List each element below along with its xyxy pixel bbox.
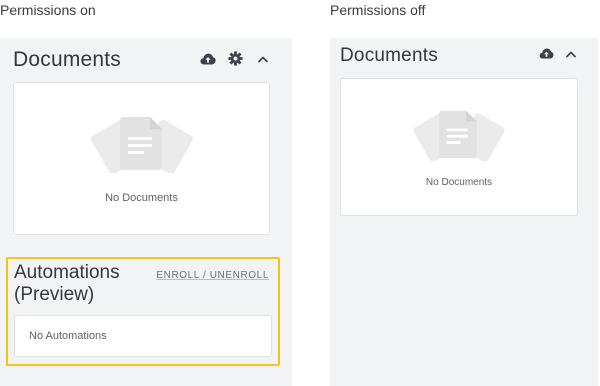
no-documents-text: No Documents [425, 177, 493, 188]
gear-icon[interactable] [228, 51, 243, 66]
no-automations-text: No Automations [29, 330, 107, 342]
documents-heading: Documents [340, 45, 438, 66]
cloud-upload-icon[interactable] [200, 53, 216, 65]
documents-placeholder-icon [413, 110, 505, 161]
caption-permissions-on: Permissions on [0, 2, 96, 18]
documents-placeholder-icon [90, 117, 193, 173]
automations-heading-line1: Automations [14, 262, 120, 283]
chevron-up-icon[interactable] [566, 51, 576, 58]
documents-empty-card: No Documents [340, 78, 578, 216]
chevron-up-icon[interactable] [258, 56, 268, 63]
documents-heading: Documents [13, 48, 122, 71]
no-documents-text: No Documents [105, 192, 178, 204]
automations-section: Automations (Preview) ENROLL / UNENROLL … [6, 257, 280, 366]
documents-panel-permissions-on: Documents No Documents Automations (Prev… [0, 38, 292, 386]
caption-permissions-off: Permissions off [330, 2, 426, 18]
automations-empty-card: No Automations [14, 315, 272, 357]
enroll-unenroll-link[interactable]: ENROLL / UNENROLL [156, 270, 269, 281]
cloud-upload-icon[interactable] [539, 48, 554, 59]
automations-heading: Automations (Preview) [14, 262, 120, 306]
automations-heading-line2: (Preview) [14, 284, 95, 305]
documents-panel-permissions-off: Documents No Documents [330, 38, 598, 386]
documents-empty-card: No Documents [13, 82, 270, 235]
